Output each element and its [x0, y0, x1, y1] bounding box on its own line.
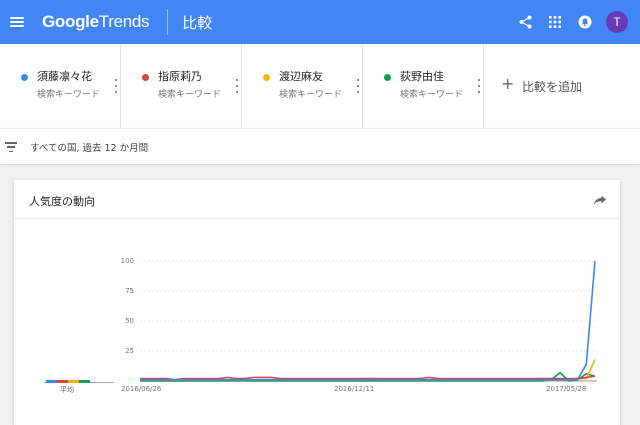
logo-google-text: Google	[42, 12, 99, 31]
term-type: 検索キーワード	[37, 90, 101, 100]
term-card-3[interactable]: 渡辺麻友 検索キーワード	[242, 44, 363, 128]
add-comparison-button[interactable]: + 比較を追加	[484, 44, 640, 128]
add-comparison-label: 比較を追加	[522, 80, 583, 94]
more-vert-icon[interactable]	[234, 79, 240, 93]
google-trends-logo[interactable]: GoogleTrends	[42, 12, 150, 32]
term-color-dot	[142, 74, 149, 81]
term-color-dot	[263, 74, 270, 81]
menu-icon[interactable]	[0, 0, 34, 44]
term-card-2[interactable]: 指原莉乃 検索キーワード	[121, 44, 242, 128]
header-divider	[167, 9, 169, 35]
term-name: 渡辺麻友	[279, 70, 323, 83]
term-name: 荻野由佳	[400, 70, 444, 83]
more-vert-icon[interactable]	[113, 79, 119, 93]
apps-grid-icon[interactable]	[540, 0, 570, 44]
term-color-dot	[384, 74, 391, 81]
term-type: 検索キーワード	[158, 90, 222, 100]
header-actions: T	[510, 0, 628, 44]
avatar[interactable]: T	[606, 11, 628, 33]
page-title: 比較	[182, 13, 213, 32]
term-name: 須藤凛々花	[37, 70, 92, 83]
more-vert-icon[interactable]	[476, 79, 482, 93]
term-type: 検索キーワード	[279, 90, 343, 100]
filter-bar: すべての国, 過去 12 か月間	[0, 128, 640, 164]
term-card-1[interactable]: 須藤凛々花 検索キーワード	[0, 44, 121, 128]
logo-trends-text: Trends	[98, 12, 150, 31]
interest-line-chart[interactable]	[14, 180, 620, 425]
term-name: 指原莉乃	[158, 70, 202, 83]
notifications-icon[interactable]	[570, 0, 600, 44]
interest-over-time-card: 人気度の動向 平均 100 75 50 25 2016/06/26 2016/1…	[14, 180, 620, 425]
more-vert-icon[interactable]	[355, 79, 361, 93]
series-line-1[interactable]	[140, 260, 596, 381]
add-icon: +	[501, 74, 515, 93]
share-icon[interactable]	[510, 0, 540, 44]
comparison-terms-bar: 須藤凛々花 検索キーワード 指原莉乃 検索キーワード 渡辺麻友 検索キーワード …	[0, 44, 640, 128]
series-line-3[interactable]	[140, 359, 596, 381]
term-type: 検索キーワード	[400, 90, 464, 100]
filter-summary[interactable]: すべての国, 過去 12 か月間	[30, 140, 148, 154]
term-color-dot	[21, 74, 28, 81]
term-card-4[interactable]: 荻野由佳 検索キーワード	[363, 44, 484, 128]
top-app-bar: GoogleTrends 比較 T	[0, 0, 640, 44]
filter-icon[interactable]	[5, 142, 17, 152]
